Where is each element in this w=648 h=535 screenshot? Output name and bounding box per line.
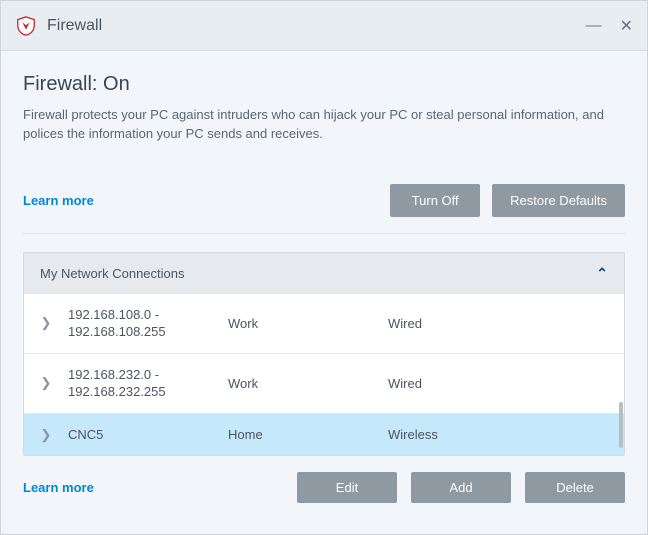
- chevron-right-icon[interactable]: ❯: [40, 375, 52, 391]
- connections-list: ❯ 192.168.108.0 - 192.168.108.255 Work W…: [24, 294, 624, 456]
- learn-more-link[interactable]: Learn more: [23, 193, 94, 208]
- add-button[interactable]: Add: [411, 472, 511, 503]
- panel-title: My Network Connections: [40, 266, 185, 281]
- connection-type: Work: [228, 376, 388, 391]
- page-description: Firewall protects your PC against intrud…: [23, 106, 625, 144]
- connection-medium: Wired: [388, 316, 608, 331]
- footer-button-group: Edit Add Delete: [297, 472, 625, 503]
- connection-type: Work: [228, 316, 388, 331]
- panel-header[interactable]: My Network Connections ⌃: [24, 253, 624, 294]
- footer-row: Learn more Edit Add Delete: [23, 456, 625, 503]
- connection-type: Home: [228, 427, 388, 442]
- connection-name: 192.168.108.0 - 192.168.108.255: [68, 306, 228, 341]
- mcafee-logo-icon: [15, 15, 37, 37]
- page-heading: Firewall: On: [23, 73, 625, 96]
- titlebar: Firewall — ✕: [1, 1, 647, 51]
- connection-medium: Wired: [388, 376, 608, 391]
- connection-medium: Wireless: [388, 427, 608, 442]
- learn-more-link-footer[interactable]: Learn more: [23, 480, 94, 495]
- turn-off-button[interactable]: Turn Off: [390, 184, 480, 217]
- window-title: Firewall: [47, 17, 102, 35]
- content-area: Firewall: On Firewall protects your PC a…: [1, 51, 647, 503]
- table-row[interactable]: ❯ 192.168.108.0 - 192.168.108.255 Work W…: [24, 294, 624, 353]
- divider: [23, 233, 625, 234]
- chevron-right-icon[interactable]: ❯: [40, 315, 52, 331]
- firewall-window: Firewall — ✕ Firewall: On Firewall prote…: [0, 0, 648, 535]
- connection-name: 192.168.232.0 - 192.168.232.255: [68, 366, 228, 401]
- close-icon[interactable]: ✕: [620, 16, 633, 36]
- restore-defaults-button[interactable]: Restore Defaults: [492, 184, 625, 217]
- actions-row: Learn more Turn Off Restore Defaults: [23, 184, 625, 217]
- scrollbar-thumb[interactable]: [619, 402, 623, 448]
- minimize-icon[interactable]: —: [586, 17, 602, 35]
- header-button-group: Turn Off Restore Defaults: [390, 184, 625, 217]
- delete-button[interactable]: Delete: [525, 472, 625, 503]
- chevron-up-icon: ⌃: [596, 265, 608, 282]
- table-row[interactable]: ❯ 192.168.232.0 - 192.168.232.255 Work W…: [24, 353, 624, 413]
- chevron-right-icon[interactable]: ❯: [40, 427, 52, 443]
- window-controls: — ✕: [586, 16, 633, 36]
- connection-name: CNC5: [68, 426, 228, 444]
- table-row[interactable]: ❯ CNC5 Home Wireless: [24, 413, 624, 456]
- edit-button[interactable]: Edit: [297, 472, 397, 503]
- network-connections-panel: My Network Connections ⌃ ❯ 192.168.108.0…: [23, 252, 625, 457]
